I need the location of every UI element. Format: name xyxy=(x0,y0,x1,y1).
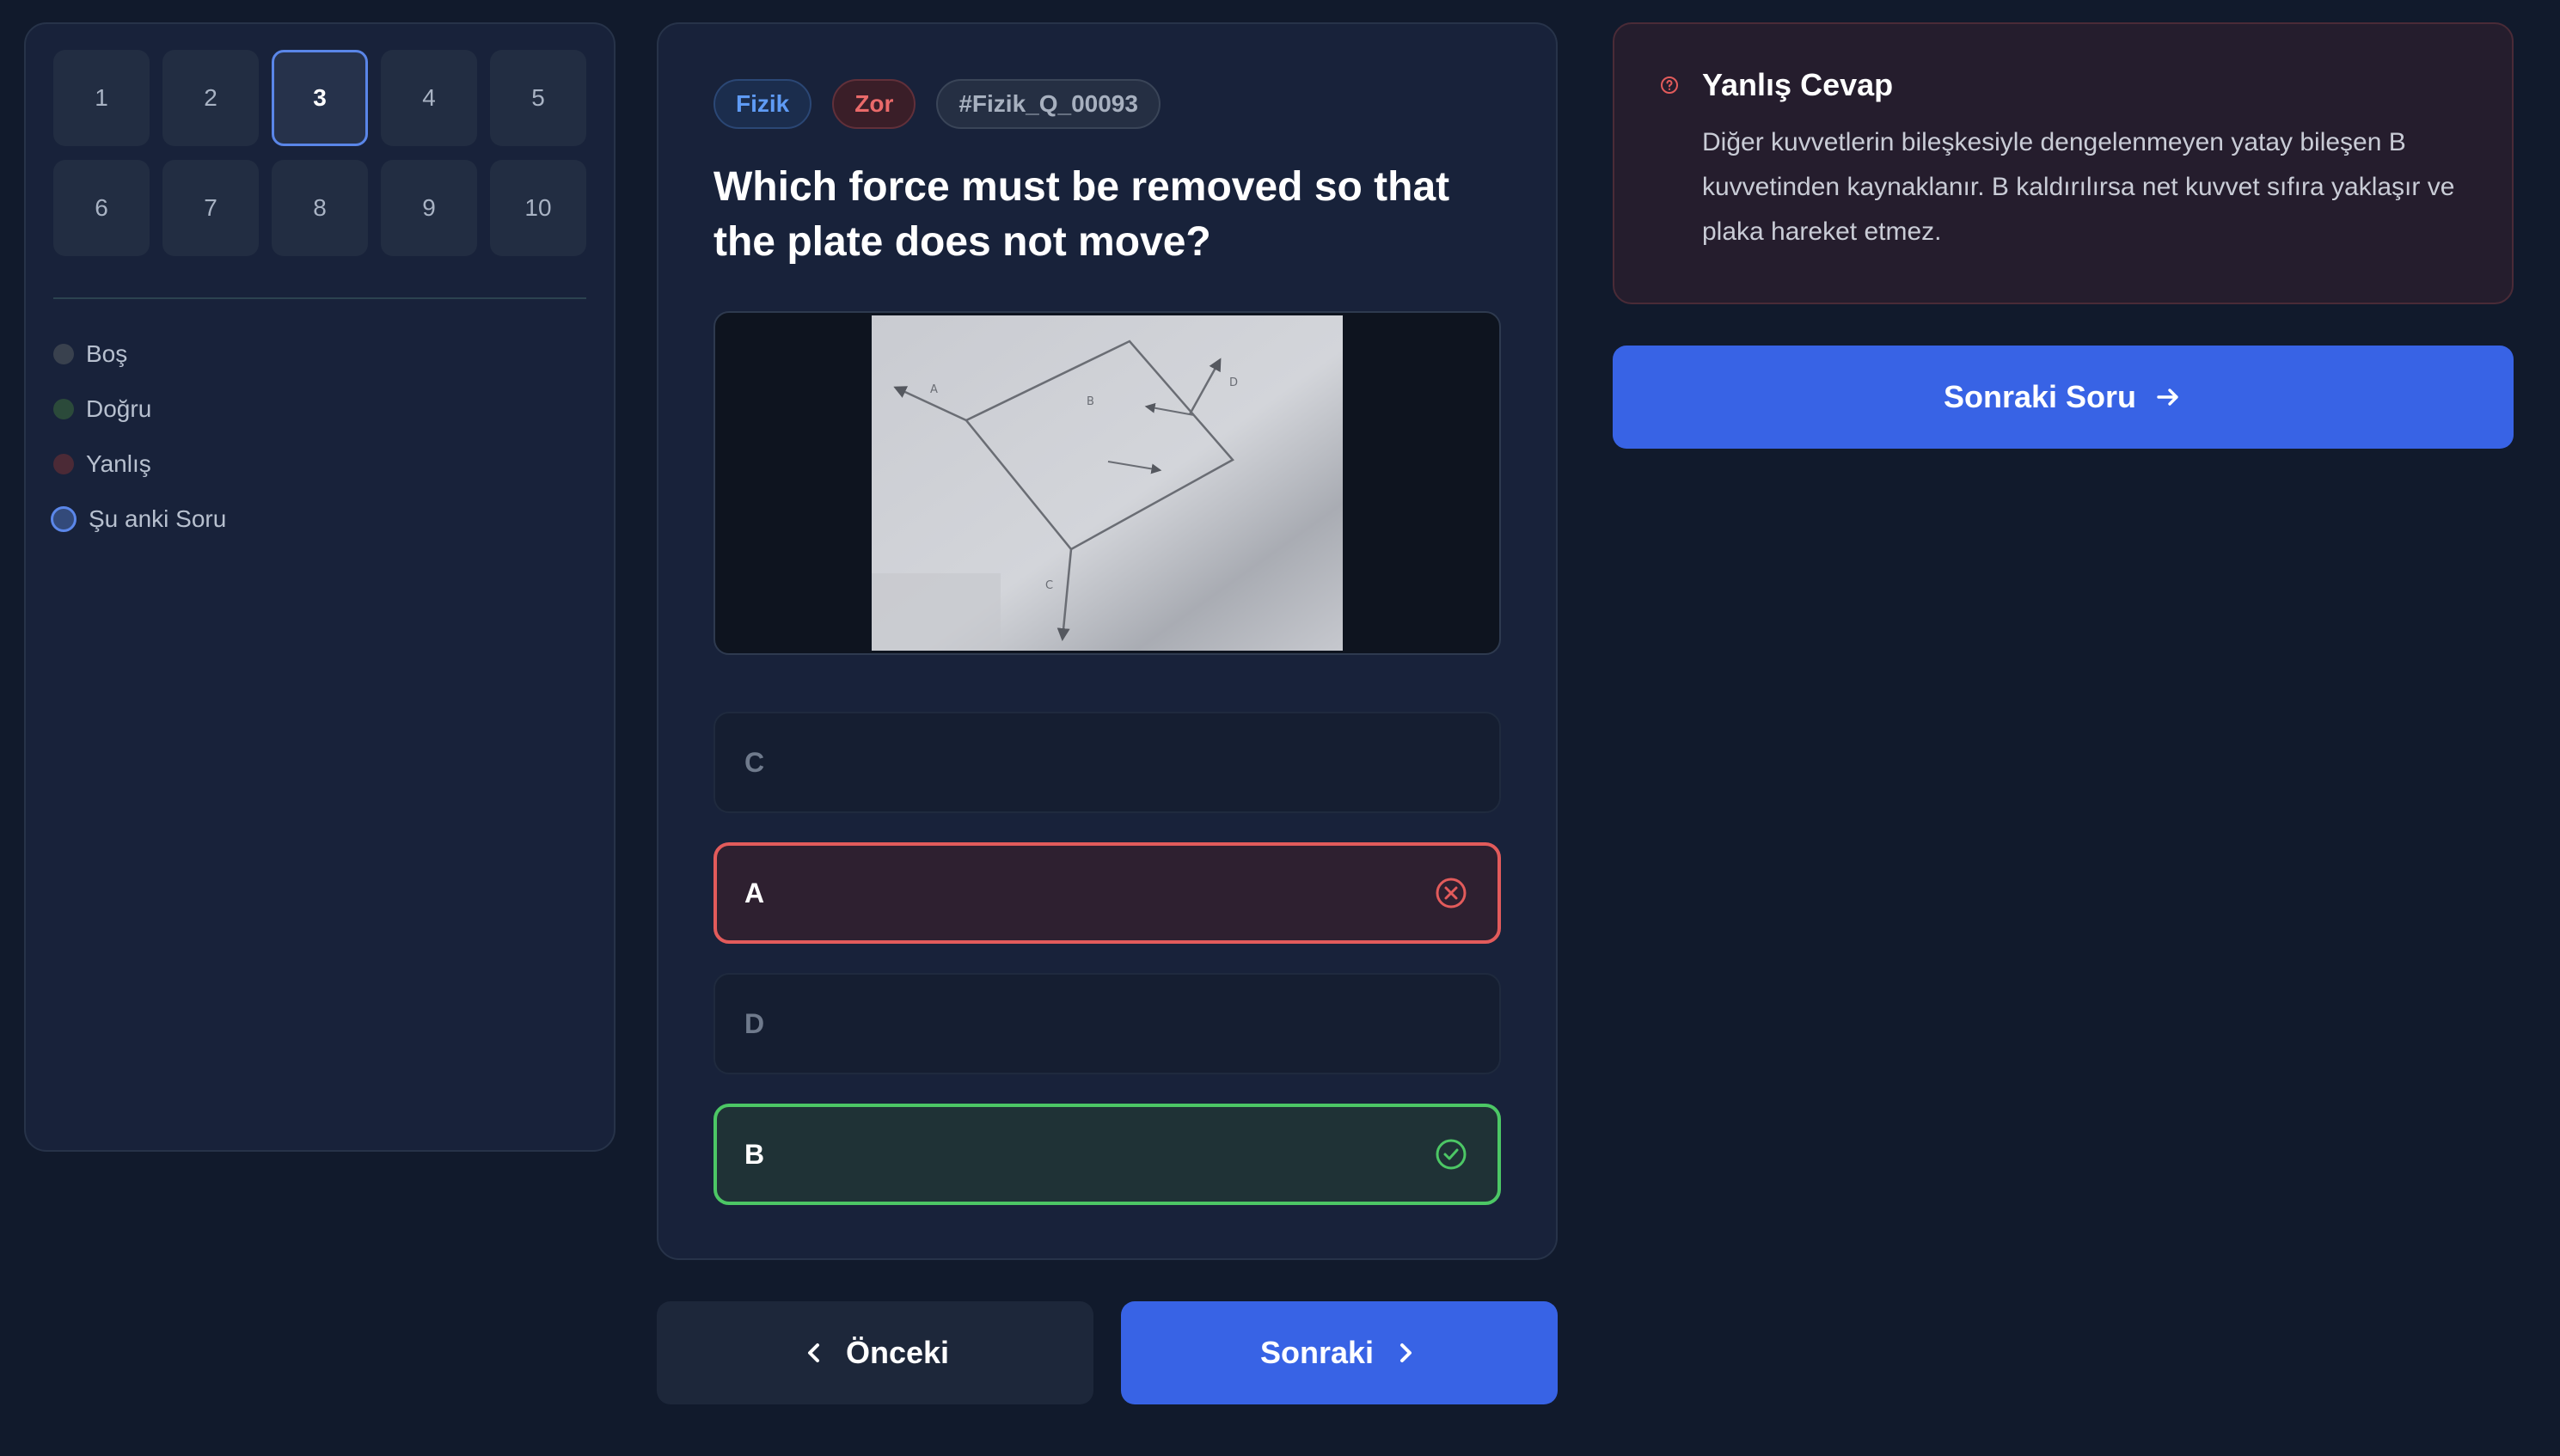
feedback-header: Yanlış Cevap xyxy=(1659,67,2464,103)
previous-button[interactable]: Önceki xyxy=(657,1301,1093,1404)
legend-wrong: Yanlış xyxy=(53,437,586,492)
legend-empty: Boş xyxy=(53,327,586,382)
legend-empty-label: Boş xyxy=(86,340,128,367)
figure-label-a: A xyxy=(930,383,938,396)
question-figure: A B D C xyxy=(713,311,1501,655)
legend-current: Şu anki Soru xyxy=(51,492,586,547)
next-button-label: Sonraki xyxy=(1259,1335,1375,1370)
chevron-left-icon xyxy=(807,1343,819,1362)
question-cell-4[interactable]: 4 xyxy=(381,50,477,146)
difficulty-tag: Zor xyxy=(832,79,916,129)
empty-status-dot-icon xyxy=(53,344,74,364)
option-a-selected-wrong[interactable]: A xyxy=(713,842,1501,944)
question-cell-10[interactable]: 10 xyxy=(490,160,586,256)
legend-current-label: Şu anki Soru xyxy=(89,505,227,532)
status-legend: Boş Doğru Yanlış Şu anki Soru xyxy=(51,327,586,547)
option-c-label: C xyxy=(744,746,765,778)
question-cell-6[interactable]: 6 xyxy=(53,160,150,256)
question-cell-8[interactable]: 8 xyxy=(272,160,368,256)
question-card: Fizik Zor #Fizik_Q_00093 Which force mus… xyxy=(657,22,1558,1260)
answer-options: C A D B xyxy=(713,712,1501,1205)
correct-status-dot-icon xyxy=(53,399,74,419)
feedback-title: Yanlış Cevap xyxy=(1702,67,1894,102)
figure-label-d: D xyxy=(1229,376,1238,389)
question-cell-7[interactable]: 7 xyxy=(162,160,259,256)
question-text: Which force must be removed so that the … xyxy=(713,164,1450,265)
wrong-status-dot-icon xyxy=(53,454,74,474)
option-d[interactable]: D xyxy=(713,973,1501,1074)
option-c[interactable]: C xyxy=(713,712,1501,813)
current-status-dot-icon xyxy=(51,506,77,532)
question-tags: Fizik Zor #Fizik_Q_00093 xyxy=(713,79,1501,129)
option-a-label: A xyxy=(744,877,765,908)
check-circle-icon xyxy=(1436,1139,1467,1170)
subject-tag: Fizik xyxy=(713,79,812,129)
force-diagram-image: A B D C xyxy=(872,315,1343,651)
question-id-tag: #Fizik_Q_00093 xyxy=(936,79,1161,129)
next-question-button[interactable]: Sonraki Soru xyxy=(1613,346,2514,449)
question-cell-3-current[interactable]: 3 xyxy=(272,50,368,146)
question-navigator: 1 2 3 4 5 6 7 8 9 10 Boş Doğru Yanlış Şu… xyxy=(24,22,616,1152)
feedback-explanation: Diğer kuvvetlerin bileşkesiyle dengelenm… xyxy=(1702,128,2455,246)
arrow-right-icon xyxy=(2157,388,2178,406)
question-grid: 1 2 3 4 5 6 7 8 9 10 xyxy=(53,50,586,256)
question-cell-1[interactable]: 1 xyxy=(53,50,150,146)
legend-wrong-label: Yanlış xyxy=(86,450,151,477)
help-circle-icon xyxy=(1661,76,1678,94)
next-question-button-label: Sonraki Soru xyxy=(1943,379,2137,414)
previous-button-label: Önceki xyxy=(845,1335,950,1370)
navigator-divider xyxy=(53,297,586,299)
feedback-panel: Yanlış Cevap Diğer kuvvetlerin bileşkesi… xyxy=(1613,22,2514,304)
figure-label-c: C xyxy=(1045,579,1053,592)
next-button[interactable]: Sonraki xyxy=(1121,1301,1558,1404)
legend-correct-label: Doğru xyxy=(86,395,152,422)
question-cell-2[interactable]: 2 xyxy=(162,50,259,146)
option-b-label: B xyxy=(744,1138,765,1170)
x-circle-icon xyxy=(1436,878,1467,908)
quiz-page: 1 2 3 4 5 6 7 8 9 10 Boş Doğru Yanlış Şu… xyxy=(0,0,2560,1456)
option-d-label: D xyxy=(744,1007,765,1039)
legend-correct: Doğru xyxy=(53,382,586,437)
question-cell-5[interactable]: 5 xyxy=(490,50,586,146)
chevron-right-icon xyxy=(1400,1343,1412,1362)
figure-label-b: B xyxy=(1087,395,1094,408)
option-b-correct[interactable]: B xyxy=(713,1104,1501,1205)
question-cell-9[interactable]: 9 xyxy=(381,160,477,256)
